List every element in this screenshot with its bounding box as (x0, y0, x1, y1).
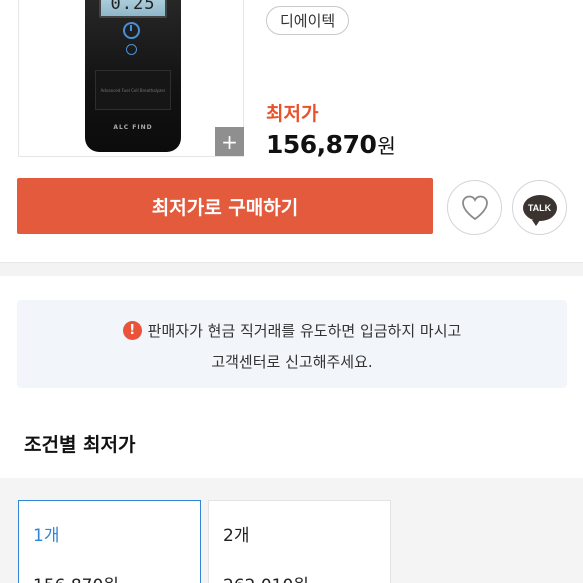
option-price: 262,010원 (223, 571, 309, 583)
notice-text-line2: 고객센터로 신고해주세요. (211, 353, 373, 371)
talk-label: TALK (527, 202, 552, 213)
device-model-text: Advanced Fuel Cell Breathalyzer (100, 88, 166, 93)
option-card-2[interactable]: 2개 262,010원 (208, 500, 391, 583)
fraud-warning-notice: ! 판매자가 현금 직거래를 유도하면 입금하지 마시고 고객센터로 신고해주세… (17, 300, 567, 388)
buy-lowest-price-button[interactable]: 최저가로 구매하기 (17, 178, 433, 234)
product-image[interactable]: 0.25 Advanced Fuel Cell Breathalyzer ALC… (18, 0, 244, 157)
lowest-price-label: 최저가 (266, 103, 319, 125)
price-amount: 156,870 (266, 130, 377, 159)
price-unit: 원 (377, 134, 396, 158)
warning-icon: ! (122, 321, 142, 340)
breathalyzer-device-image: 0.25 Advanced Fuel Cell Breathalyzer ALC… (85, 0, 181, 152)
power-button-icon (123, 22, 140, 39)
option-card-1[interactable]: 1개 156,870원 (18, 500, 201, 583)
option-qty: 1개 (33, 526, 60, 546)
wishlist-button[interactable] (447, 180, 502, 235)
option-price: 156,870원 (33, 571, 119, 583)
heart-icon (461, 195, 488, 221)
plus-icon: + (221, 129, 238, 154)
device-logo: ALC FIND (113, 124, 153, 131)
section-divider (0, 262, 583, 276)
zoom-button[interactable]: + (215, 127, 244, 156)
option-qty: 2개 (223, 526, 250, 546)
device-screen: 0.25 (99, 0, 167, 18)
mode-button-icon (126, 44, 137, 55)
talk-bubble-icon: TALK (522, 194, 557, 226)
section-title: 조건별 최저가 (24, 434, 136, 456)
notice-text-line1: 판매자가 현금 직거래를 유도하면 입금하지 마시고 (147, 322, 462, 340)
lowest-price: 156,870원 (266, 130, 396, 159)
brand-tag[interactable]: 디에이텍 (266, 6, 350, 35)
kakao-talk-button[interactable]: TALK (512, 180, 567, 235)
